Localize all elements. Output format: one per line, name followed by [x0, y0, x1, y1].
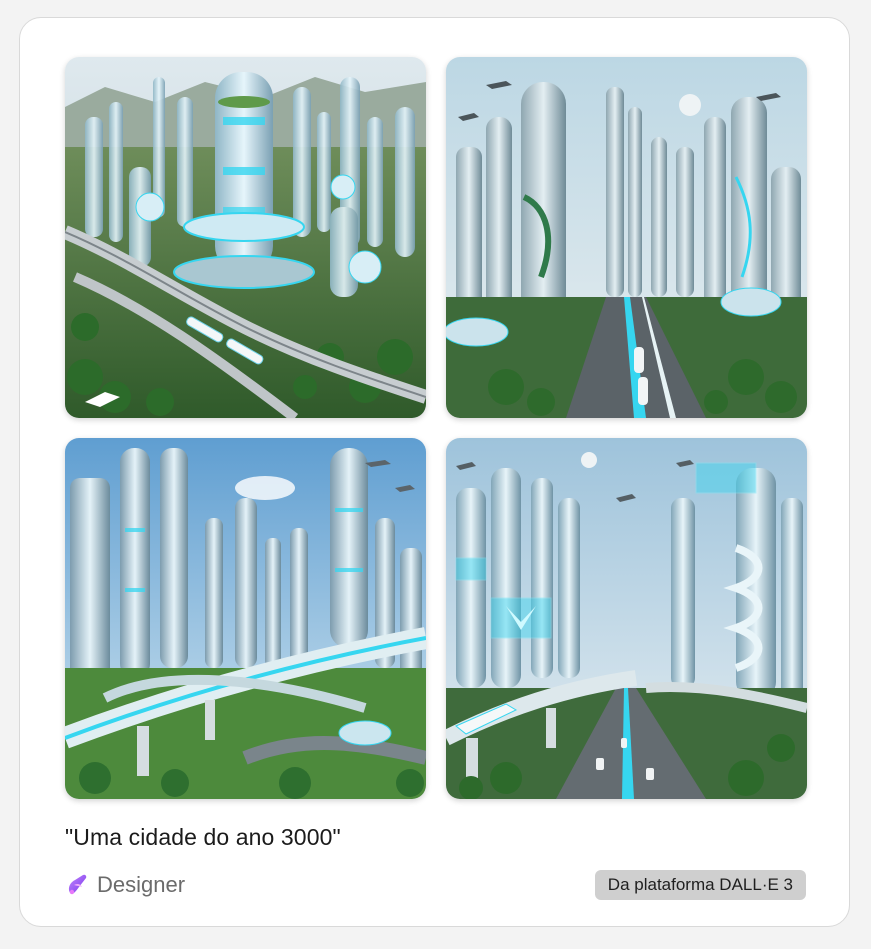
image-grid	[65, 57, 807, 799]
designer-label: Designer	[97, 872, 186, 897]
designer-logo-icon	[68, 874, 87, 895]
city-avenue-illustration	[446, 57, 807, 418]
prompt-caption: "Uma cidade do ano 3000"	[65, 824, 341, 850]
city-highway-illustration	[65, 438, 426, 799]
city-holographic-illustration	[446, 438, 807, 799]
generated-image-4[interactable]	[446, 438, 807, 799]
designer-brand-link[interactable]: Designer	[65, 872, 185, 898]
image-result-card: "Uma cidade do ano 3000" Designer Da pla…	[19, 17, 850, 927]
generated-image-1[interactable]	[65, 57, 426, 418]
generated-image-3[interactable]	[65, 438, 426, 799]
city-aerial-illustration	[65, 57, 426, 418]
generated-image-2[interactable]	[446, 57, 807, 418]
source-badge: Da plataforma DALL·E 3	[594, 870, 806, 900]
